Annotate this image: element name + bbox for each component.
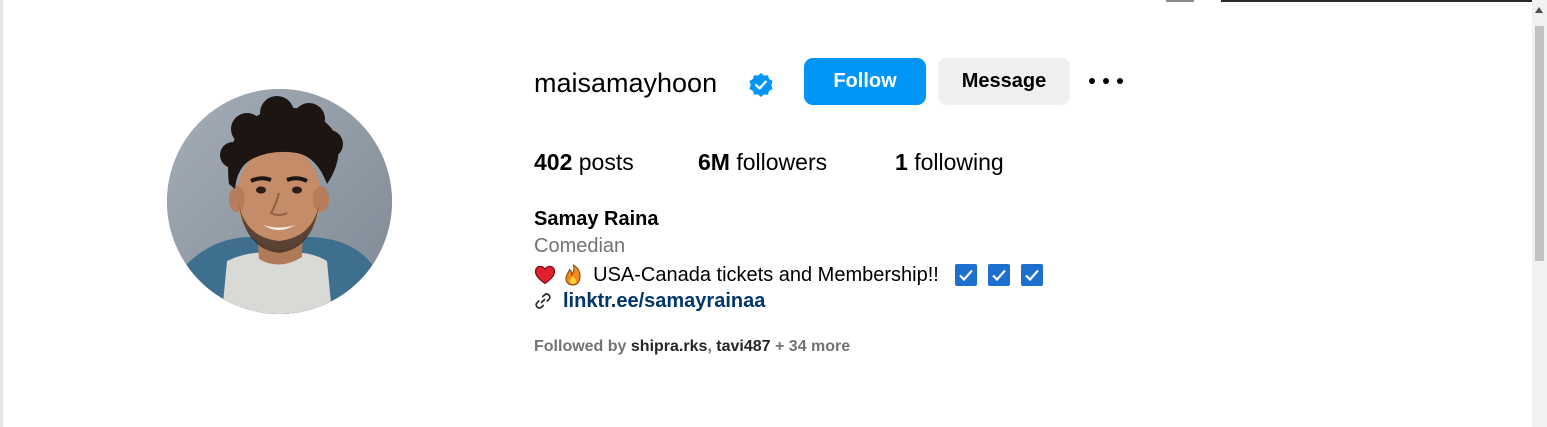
scrollbar-thumb[interactable]: [1535, 26, 1544, 261]
check-box-emoji: [955, 263, 978, 286]
avatar-photo: [167, 89, 392, 314]
link-icon: [535, 293, 551, 309]
heart-emoji: [534, 265, 556, 284]
bio-text-line: USA-Canada tickets and Membership!!: [534, 260, 1043, 288]
bio-text: USA-Canada tickets and Membership!!: [593, 263, 939, 286]
check-box-emoji: [1020, 263, 1043, 286]
bio-link[interactable]: linktr.ee/samayrainaa: [563, 287, 765, 315]
verified-badge-icon: [749, 73, 773, 97]
follow-button[interactable]: Follow: [804, 58, 926, 105]
followers-label: followers: [736, 149, 828, 175]
page-scrollbar[interactable]: [1532, 0, 1547, 427]
followers-count: 6M: [698, 149, 730, 175]
posts-count-stat: 402 posts: [534, 147, 634, 177]
following-label: following: [914, 149, 1004, 175]
page-left-border: [0, 0, 3, 427]
followed-by-prefix: Followed by: [534, 338, 627, 355]
mutual-follower-link[interactable]: shipra.rks: [631, 338, 707, 355]
profile-avatar[interactable]: [167, 89, 392, 314]
following-count-link[interactable]: 1 following: [895, 147, 1004, 177]
following-count: 1: [895, 149, 908, 175]
followers-count-link[interactable]: 6M followers: [698, 147, 827, 177]
mutual-follower-link[interactable]: tavi487: [716, 338, 770, 355]
message-button[interactable]: Message: [938, 58, 1070, 105]
followed-by-text[interactable]: Followed by shipra.rks, tavi487 + 34 mor…: [534, 336, 850, 358]
fire-emoji: [564, 263, 581, 286]
profile-full-name: Samay Raina: [534, 208, 659, 230]
top-divider: [1221, 0, 1537, 2]
more-mutual-count: + 34 more: [775, 338, 851, 355]
posts-label: posts: [578, 149, 634, 175]
check-box-emoji: [987, 263, 1010, 286]
mutual-separator: ,: [707, 338, 712, 355]
more-options-icon[interactable]: [1088, 70, 1124, 94]
profile-category: Comedian: [534, 235, 626, 257]
scroll-up-arrow-icon[interactable]: [1535, 7, 1543, 13]
posts-count: 402: [534, 149, 573, 175]
profile-username: maisamayhoon: [534, 68, 718, 98]
top-divider: [1166, 0, 1194, 2]
